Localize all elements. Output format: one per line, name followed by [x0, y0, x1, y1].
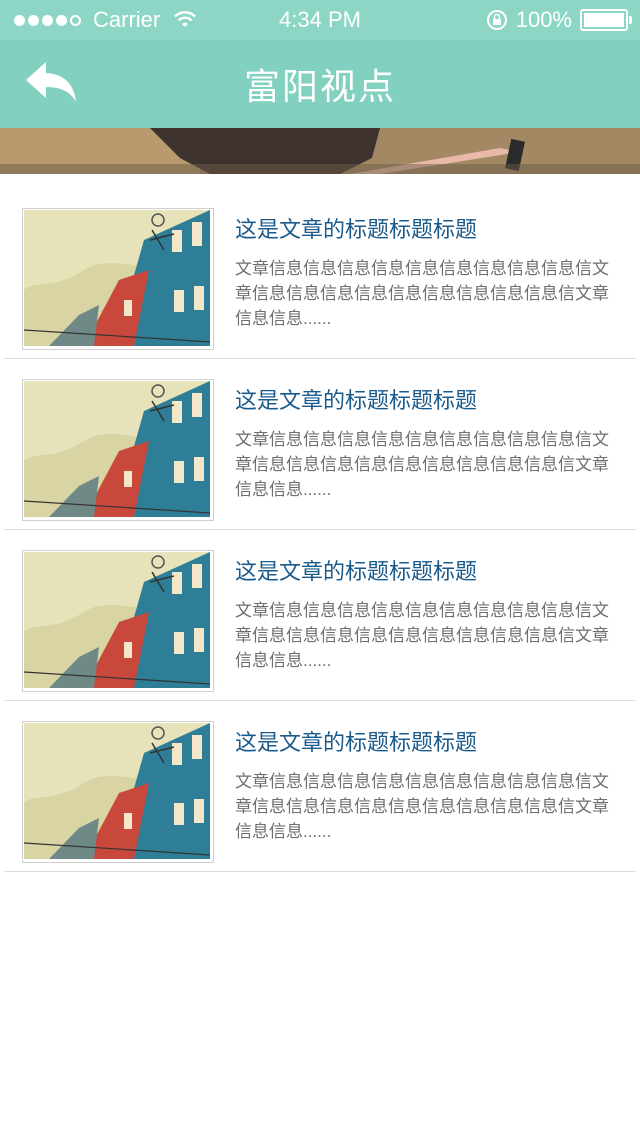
article-thumbnail [22, 721, 214, 863]
status-bar: Carrier 4:34 PM 100% [0, 0, 640, 40]
battery-percent: 100% [515, 7, 572, 32]
article-title: 这是文章的标题标题标题 [235, 559, 478, 584]
article-summary: 文章信息信息信息信息信息信息信息信息信息信文章信息信息信息信息信息信息信息信息信… [235, 772, 609, 841]
article-thumbnail [22, 550, 214, 692]
status-left: Carrier [0, 7, 197, 33]
article-summary: 文章信息信息信息信息信息信息信息信息信息信文章信息信息信息信息信息信息信息信息信… [235, 430, 609, 499]
building-photo [24, 381, 210, 517]
status-right: 100% [486, 7, 640, 33]
article-title: 这是文章的标题标题标题 [235, 730, 478, 755]
article-title: 这是文章的标题标题标题 [235, 217, 478, 242]
article-list: 这是文章的标题标题标题 文章信息信息信息信息信息信息信息信息信息信文章信息信息信… [0, 188, 640, 872]
article-thumbnail [22, 208, 214, 350]
article-title: 这是文章的标题标题标题 [235, 388, 478, 413]
signal-strength-icon [14, 14, 81, 26]
carrier-label: Carrier [93, 7, 161, 32]
article-summary: 文章信息信息信息信息信息信息信息信息信息信文章信息信息信息信息信息信息信息信息信… [235, 259, 609, 328]
list-item[interactable]: 这是文章的标题标题标题 文章信息信息信息信息信息信息信息信息信息信文章信息信息信… [4, 530, 636, 701]
battery-fill [584, 13, 624, 27]
banner-image[interactable] [0, 128, 640, 174]
building-photo [24, 210, 210, 346]
list-item[interactable]: 这是文章的标题标题标题 文章信息信息信息信息信息信息信息信息信息信文章信息信息信… [4, 359, 636, 530]
reply-arrow-icon [26, 62, 76, 102]
page-title: 富阳视点 [243, 66, 396, 107]
banner-photo [0, 128, 640, 174]
wifi-icon [174, 11, 197, 27]
article-summary: 文章信息信息信息信息信息信息信息信息信息信文章信息信息信息信息信息信息信息信息信… [235, 601, 609, 670]
battery-icon [580, 9, 632, 31]
list-item[interactable]: 这是文章的标题标题标题 文章信息信息信息信息信息信息信息信息信息信文章信息信息信… [4, 701, 636, 872]
building-photo [24, 552, 210, 688]
rotation-lock-icon [486, 10, 507, 30]
list-item[interactable]: 这是文章的标题标题标题 文章信息信息信息信息信息信息信息信息信息信文章信息信息信… [4, 188, 636, 359]
article-thumbnail [22, 379, 214, 521]
building-photo [24, 723, 210, 859]
nav-bar: 富阳视点 [0, 40, 640, 128]
back-button[interactable] [24, 60, 84, 110]
